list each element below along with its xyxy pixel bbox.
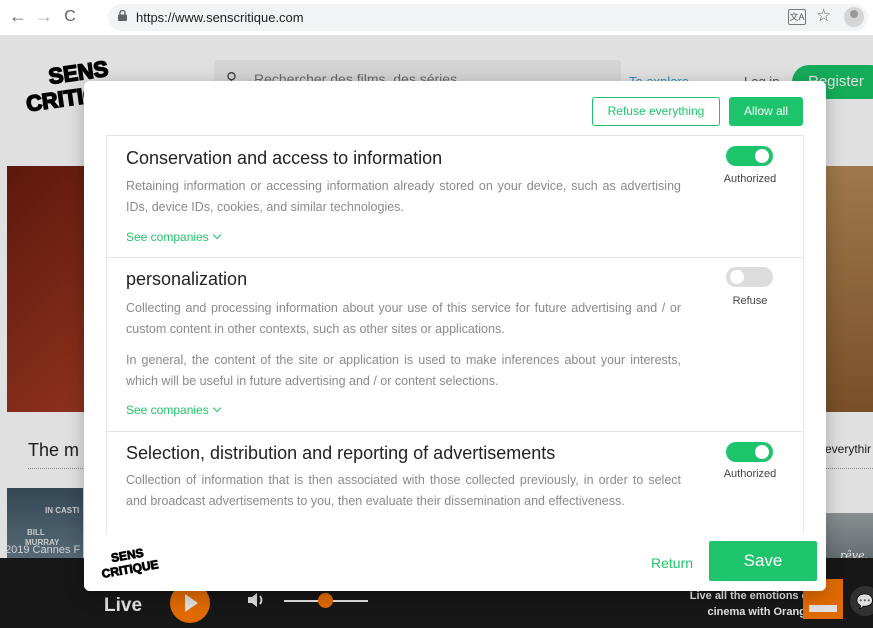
chevron-down-icon bbox=[212, 403, 221, 413]
allow-all-button[interactable]: Allow all bbox=[729, 97, 803, 126]
see-companies-link[interactable]: See companies bbox=[126, 230, 221, 244]
senscritique-logo: SENS CRITIQUE bbox=[100, 545, 160, 578]
url-text: https://www.senscritique.com bbox=[136, 10, 304, 25]
reload-button[interactable]: C bbox=[60, 8, 80, 26]
toggle-knob bbox=[755, 149, 769, 163]
purpose-title: Conservation and access to information bbox=[126, 148, 443, 168]
purpose-status: Authorized bbox=[723, 468, 777, 480]
purpose-item-conservation: Conservation and access to information R… bbox=[107, 136, 803, 258]
purpose-description: In general, the content of the site or a… bbox=[126, 353, 681, 388]
purposes-list[interactable]: Conservation and access to information R… bbox=[106, 135, 804, 533]
lock-icon bbox=[118, 10, 127, 21]
consent-modal: Refuse everything Allow all Conservation… bbox=[84, 81, 826, 591]
browser-toolbar: ← → C https://www.senscritique.com 文A ☆ bbox=[0, 0, 873, 36]
profile-icon[interactable] bbox=[844, 7, 864, 27]
purpose-item-personalization: personalization Collecting and processin… bbox=[107, 258, 803, 432]
purpose-status: Refuse bbox=[732, 295, 768, 307]
purpose-description: Retaining information or accessing infor… bbox=[126, 179, 681, 214]
star-icon[interactable]: ☆ bbox=[816, 6, 831, 26]
translate-icon[interactable]: 文A bbox=[788, 9, 806, 25]
modal-footer: SENS CRITIQUE Return Save bbox=[84, 533, 826, 591]
return-button[interactable]: Return bbox=[651, 555, 693, 571]
address-bar[interactable]: https://www.senscritique.com 文A ☆ bbox=[108, 4, 868, 31]
purpose-toggle[interactable] bbox=[726, 146, 773, 166]
purpose-toggle[interactable] bbox=[726, 442, 773, 462]
save-button[interactable]: Save bbox=[709, 541, 817, 581]
back-button[interactable]: ← bbox=[8, 6, 28, 27]
see-companies-label: See companies bbox=[126, 403, 209, 417]
purpose-toggle[interactable] bbox=[726, 267, 773, 287]
see-companies-label: See companies bbox=[126, 230, 209, 244]
toggle-knob bbox=[755, 445, 769, 459]
purpose-description: Collection of information that is then a… bbox=[126, 473, 681, 508]
modal-header: Refuse everything Allow all bbox=[84, 81, 826, 133]
forward-button[interactable]: → bbox=[34, 6, 54, 27]
purpose-item-advertising: Selection, distribution and reporting of… bbox=[107, 432, 803, 533]
purpose-title: personalization bbox=[126, 269, 248, 289]
purpose-title: Selection, distribution and reporting of… bbox=[126, 443, 556, 463]
refuse-everything-button[interactable]: Refuse everything bbox=[592, 97, 720, 126]
purpose-status: Authorized bbox=[723, 173, 777, 185]
see-companies-link[interactable]: See companies bbox=[126, 403, 221, 417]
purpose-description: Collecting and processing information ab… bbox=[126, 301, 681, 336]
chevron-down-icon bbox=[212, 230, 221, 240]
toggle-knob bbox=[730, 270, 744, 284]
